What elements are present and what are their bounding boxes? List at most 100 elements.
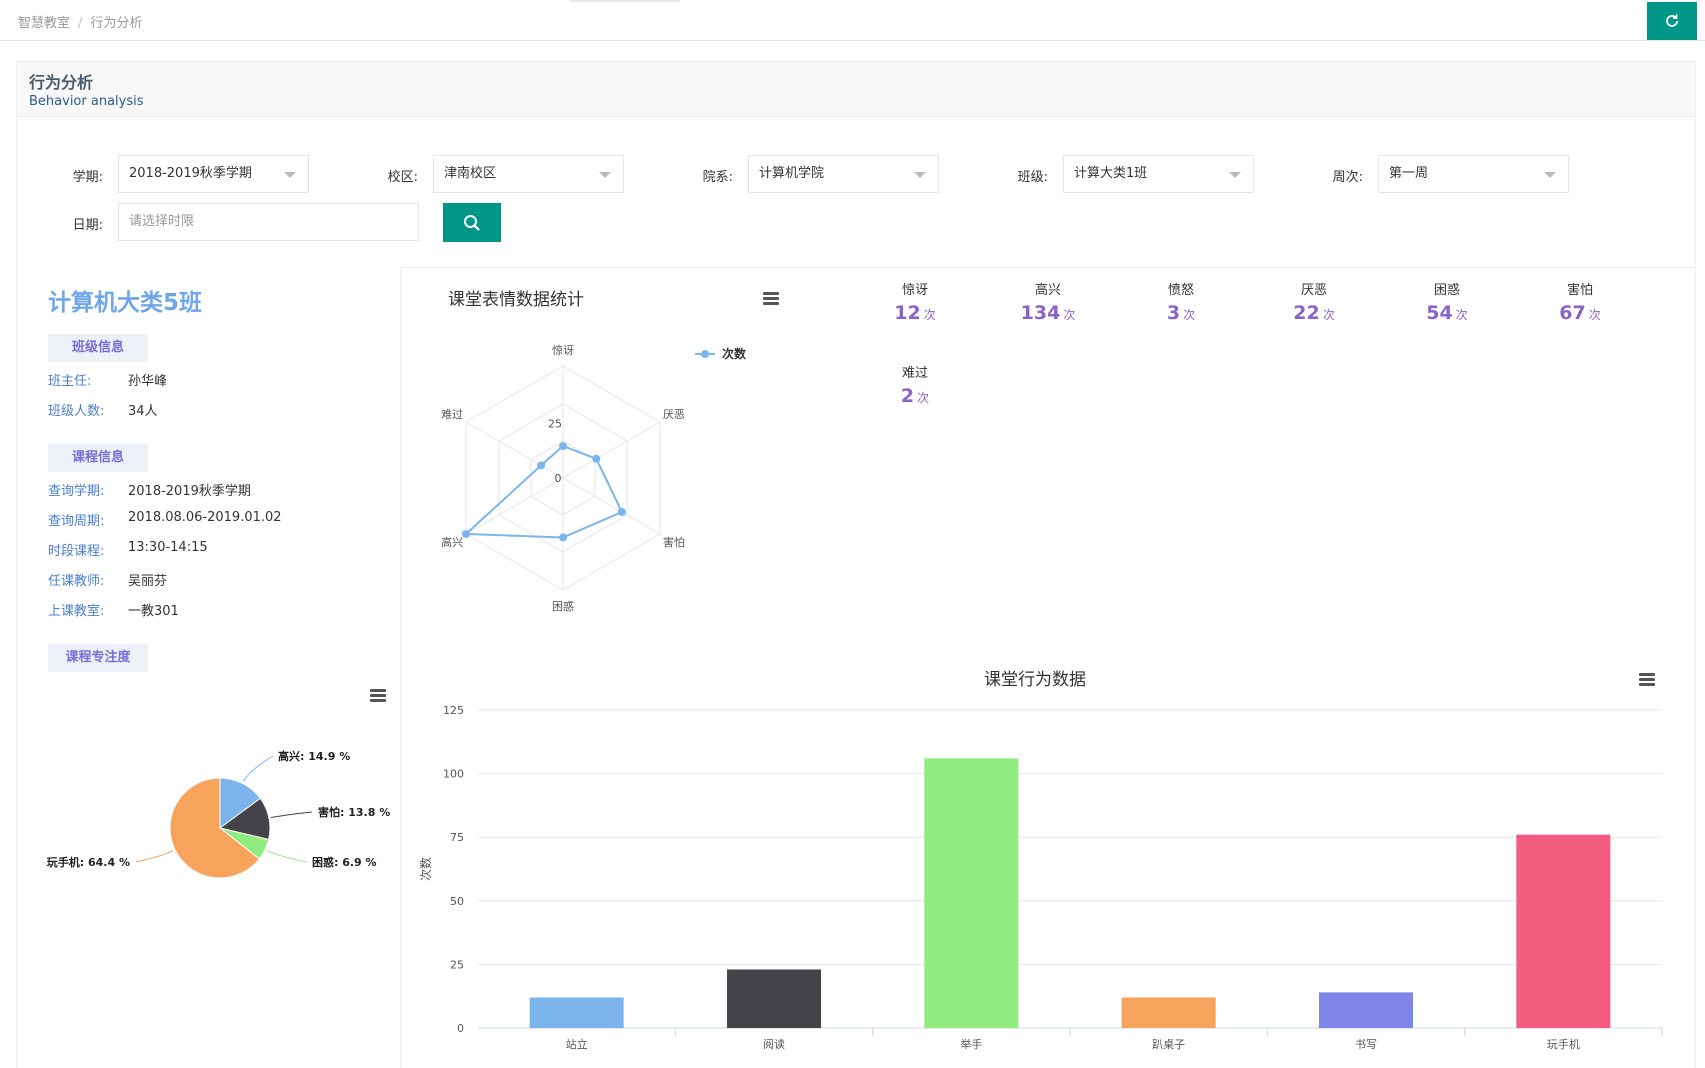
radar-axis-label: 难过 <box>441 408 463 421</box>
campus-select[interactable]: 津南校区 <box>433 155 624 193</box>
college-select-value: 计算机学院 <box>759 166 825 181</box>
bar-y-axis-label: 次数 <box>418 857 433 881</box>
stat-unit: 次 <box>1322 308 1335 322</box>
card-header: 行为分析 Behavior analysis <box>17 62 1695 117</box>
breadcrumb: 智慧教室 / 行为分析 <box>18 12 142 31</box>
bar-y-tick-label: 0 <box>457 1022 464 1035</box>
class-info-tag: 班级信息 <box>48 334 148 362</box>
chevron-down-icon <box>599 172 611 178</box>
pie-data-label: 害怕: 13.8 % <box>318 805 390 819</box>
radar-tick-label: 0 <box>555 472 562 485</box>
class-name: 计算机大类5班 <box>48 290 203 316</box>
teacher-label: 任课教师: <box>48 574 105 589</box>
radar-point <box>559 442 567 451</box>
stat-item: 厌恶 22 次 <box>1269 279 1359 324</box>
classroom-value: 一教301 <box>128 604 179 619</box>
week-select-value: 第一周 <box>1389 166 1429 181</box>
stat-item: 难过 2 次 <box>870 362 960 407</box>
class-select[interactable]: 计算大类1班 <box>1063 155 1254 193</box>
stat-value: 2 <box>900 385 915 407</box>
stat-item: 惊讶 12 次 <box>870 279 960 324</box>
radar-point <box>537 461 546 470</box>
refresh-button[interactable] <box>1647 2 1697 40</box>
semester-label: 学期: <box>72 170 103 185</box>
campus-select-value: 津南校区 <box>444 166 497 181</box>
radar-legend-marker <box>701 350 709 358</box>
stat-label: 厌恶 <box>1300 283 1327 298</box>
bar-y-tick-label: 125 <box>443 704 464 717</box>
time-slot-label: 时段课程: <box>48 544 105 559</box>
radar-point <box>617 508 626 516</box>
bar-x-tick-label: 阅读 <box>763 1037 785 1051</box>
semester-select-value: 2018-2019秋季学期 <box>129 166 252 181</box>
page-subtitle: Behavior analysis <box>29 94 144 109</box>
campus-label: 校区: <box>387 170 418 185</box>
pie-data-label: 困惑: 6.9 % <box>312 855 377 869</box>
chevron-down-icon <box>1229 172 1241 178</box>
stat-item: 高兴 134 次 <box>1003 279 1093 324</box>
radar-point <box>559 533 567 542</box>
search-icon <box>464 214 480 231</box>
bar-x-tick-label: 站立 <box>566 1037 588 1051</box>
radar-point <box>462 530 471 538</box>
stat-unit: 次 <box>917 391 930 405</box>
stat-unit: 次 <box>923 308 936 322</box>
bar <box>1121 997 1216 1028</box>
breadcrumb-home[interactable]: 智慧教室 <box>18 16 70 31</box>
stat-unit: 次 <box>1588 308 1601 322</box>
semester-select[interactable]: 2018-2019秋季学期 <box>118 155 309 193</box>
bar-x-tick-label: 趴桌子 <box>1152 1038 1185 1051</box>
pie-data-label: 高兴: 14.9 % <box>278 749 350 763</box>
stat-label: 难过 <box>901 366 928 381</box>
focus-tag: 课程专注度 <box>48 644 148 672</box>
radar-menu-icon[interactable] <box>763 292 779 305</box>
stat-label: 困惑 <box>1433 283 1460 298</box>
college-select[interactable]: 计算机学院 <box>748 155 939 193</box>
bar <box>727 969 821 1028</box>
chevron-down-icon <box>284 172 296 178</box>
expression-chart-title: 课堂表情数据统计 <box>448 290 584 310</box>
bar-y-tick-label: 100 <box>443 768 464 781</box>
pie-menu-icon[interactable] <box>370 689 386 702</box>
stat-unit: 次 <box>1455 308 1468 322</box>
stat-unit: 次 <box>1063 308 1076 322</box>
stat-value: 54 <box>1426 302 1453 324</box>
query-period-label: 查询周期: <box>48 514 105 529</box>
stat-label: 高兴 <box>1034 283 1061 298</box>
bar <box>1516 834 1611 1028</box>
bar-x-tick-label: 书写 <box>1355 1038 1377 1051</box>
bar-menu-icon[interactable] <box>1639 673 1655 686</box>
classroom-label: 上课教室: <box>48 604 105 619</box>
query-semester-value: 2018-2019秋季学期 <box>128 484 251 499</box>
stat-item: 害怕 67 次 <box>1535 279 1625 324</box>
stat-value: 12 <box>894 302 921 324</box>
stat-label: 愤怒 <box>1167 283 1194 298</box>
college-label: 院系: <box>702 170 733 185</box>
radar-legend-label: 次数 <box>722 346 747 361</box>
tab-indicator <box>570 0 680 2</box>
radar-axis-label: 困惑 <box>552 599 574 613</box>
week-select[interactable]: 第一周 <box>1378 155 1569 193</box>
bar <box>924 758 1019 1028</box>
stat-label: 惊讶 <box>901 283 928 298</box>
expression-radar-chart: 惊讶厌恶害怕困惑 高兴 难过 0 25 次数 <box>441 343 747 613</box>
stat-item: 愤怒 3 次 <box>1136 279 1226 324</box>
radar-axis-label: 高兴 <box>441 535 463 549</box>
pie-data-label: 玩手机: 64.4 % <box>47 855 130 869</box>
chevron-down-icon <box>914 172 926 178</box>
query-period-value: 2018.08.06-2019.01.02 <box>128 510 282 525</box>
radar-tick-label: 25 <box>548 418 562 431</box>
course-info-tag: 课程信息 <box>48 444 148 472</box>
date-input-placeholder: 请选择时限 <box>129 214 195 229</box>
date-input[interactable]: 请选择时限 <box>118 203 419 241</box>
class-select-value: 计算大类1班 <box>1074 166 1148 181</box>
stat-value: 22 <box>1293 302 1320 324</box>
stat-label: 害怕 <box>1566 283 1593 298</box>
breadcrumb-separator: / <box>78 16 83 31</box>
bar-y-tick-label: 75 <box>450 831 464 844</box>
student-count-value: 34人 <box>128 404 158 419</box>
bar <box>529 997 624 1028</box>
search-button[interactable] <box>443 203 501 242</box>
class-label: 班级: <box>1017 170 1048 185</box>
time-slot-value: 13:30-14:15 <box>128 540 208 555</box>
